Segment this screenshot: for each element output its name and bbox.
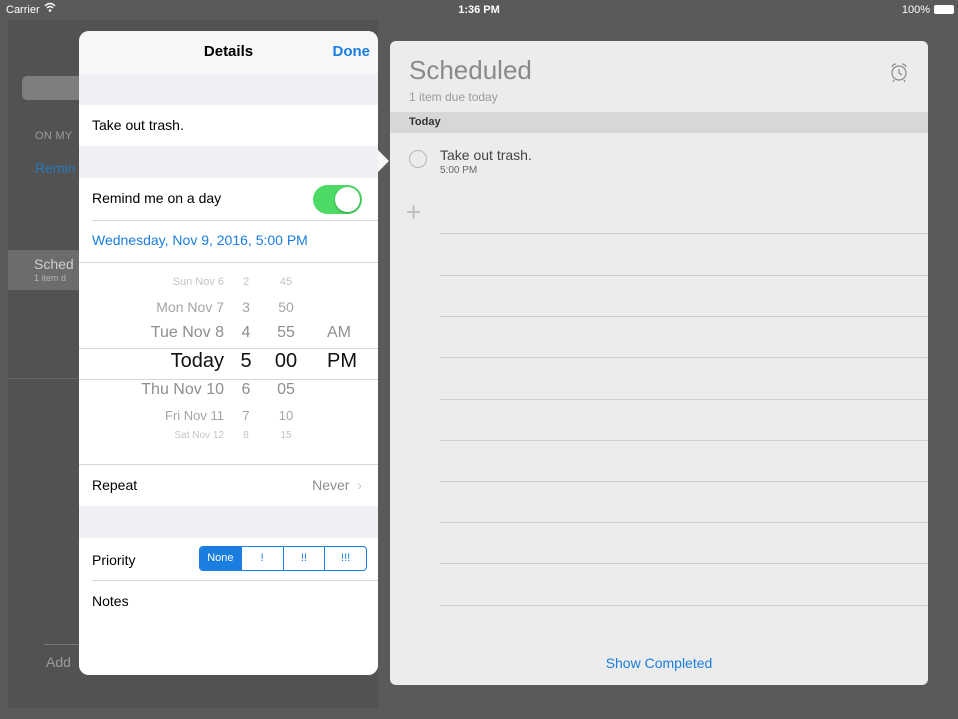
picker-hour: 4 (241, 324, 251, 341)
alarm-clock-icon[interactable] (888, 61, 910, 83)
picker-minute: 50 (278, 299, 294, 315)
ruled-line (440, 440, 928, 441)
remind-on-day-toggle[interactable] (313, 185, 362, 214)
ruled-line (440, 399, 928, 400)
ruled-line (440, 605, 928, 606)
ruled-line (440, 233, 928, 234)
clock: 1:36 PM (458, 4, 500, 16)
battery-icon (934, 5, 954, 14)
picker-top-border (79, 262, 378, 263)
picker-ampm: PM (327, 350, 357, 372)
priority-none-segment[interactable]: None (200, 547, 241, 570)
ruled-line (440, 357, 928, 358)
picker-hour: 7 (242, 408, 250, 423)
priority-label: Priority (92, 552, 136, 568)
status-bar: Carrier 1:36 PM 100% (0, 0, 958, 20)
priority-notes-group: Priority None ! !! !!! Notes (79, 538, 378, 675)
section-header-today: Today (390, 112, 928, 133)
section-header-label: Today (409, 116, 441, 128)
done-button[interactable]: Done (333, 43, 371, 60)
details-popover: Details Done Take out trash. Remind me o… (79, 31, 378, 675)
picker-minute: 55 (277, 324, 295, 341)
popover-nav-bar: Details Done (79, 31, 378, 74)
reminder-title-field[interactable]: Take out trash. (92, 117, 184, 133)
picker-day: Tue Nov 8 (150, 324, 224, 341)
picker-day: Mon Nov 7 (156, 299, 224, 315)
priority-segmented-control[interactable]: None ! !! !!! (199, 546, 367, 571)
reminder-title-cell[interactable]: Take out trash. (79, 105, 378, 146)
ruled-line (440, 522, 928, 523)
picker-hour: 8 (243, 430, 249, 441)
reminder-date-value[interactable]: Wednesday, Nov 9, 2016, 5:00 PM (92, 232, 308, 248)
notes-field[interactable]: Notes (92, 593, 129, 609)
sidebar-section-label: ON MY (35, 130, 73, 142)
repeat-label: Repeat (92, 477, 138, 493)
picker-minute: 05 (277, 381, 295, 398)
priority-medium-segment[interactable]: !! (282, 547, 325, 570)
cell-separator (92, 580, 378, 581)
picker-minute: 15 (280, 430, 292, 441)
task-checkbox-icon[interactable] (409, 150, 427, 168)
sidebar-item-scheduled-sub: 1 item d (34, 273, 67, 283)
battery-percent: 100% (901, 4, 930, 16)
picker-minute: 45 (279, 276, 293, 288)
list-subtitle: 1 item due today (409, 90, 498, 104)
picker-row[interactable]: Thu Nov 10 6 05 (79, 381, 378, 411)
sidebar-item-scheduled-label: Sched (34, 256, 74, 272)
picker-minute: 10 (278, 408, 294, 423)
picker-hour: 5 (240, 350, 252, 372)
repeat-cell[interactable]: Repeat Never › (79, 464, 378, 506)
picker-day: Fri Nov 11 (165, 408, 224, 423)
picker-day: Today (170, 350, 224, 372)
ruled-line (440, 316, 928, 317)
picker-selection-line (79, 348, 378, 349)
picker-minute: 00 (274, 350, 298, 372)
add-list-button[interactable]: Add (46, 654, 71, 670)
remind-settings-group: Remind me on a day Wednesday, Nov 9, 201… (79, 178, 378, 262)
ruled-line (440, 481, 928, 482)
chevron-right-icon: › (357, 477, 362, 493)
ruled-line (440, 275, 928, 276)
picker-selected-row[interactable]: Today 5 00 PM (79, 350, 378, 380)
scheduled-list-panel: Scheduled 1 item due today Today Take ou… (390, 41, 928, 685)
picker-hour: 6 (241, 381, 251, 398)
picker-day: Sun Nov 6 (172, 276, 224, 288)
plus-icon[interactable]: + (406, 199, 421, 225)
picker-ampm: AM (327, 324, 351, 341)
cell-separator (92, 220, 378, 221)
list-title: Scheduled (409, 55, 532, 85)
sidebar-item-reminders[interactable]: Remin (35, 160, 75, 176)
picker-day: Thu Nov 10 (141, 381, 224, 398)
picker-hour: 3 (242, 299, 250, 315)
remind-on-day-label: Remind me on a day (92, 190, 222, 206)
ruled-line (440, 563, 928, 564)
repeat-value-text: Never (312, 477, 350, 493)
picker-hour: 2 (242, 276, 250, 288)
repeat-value: Never › (312, 477, 362, 493)
date-time-picker[interactable]: Sun Nov 6 2 45 Mon Nov 7 3 50 Tue Nov 8 … (79, 262, 378, 464)
priority-high-segment[interactable]: !!! (324, 547, 366, 570)
show-completed-button[interactable]: Show Completed (390, 655, 928, 671)
picker-row[interactable]: Sat Nov 12 8 15 (79, 430, 378, 460)
toggle-knob (335, 187, 360, 212)
task-due-time: 5:00 PM (440, 165, 478, 176)
picker-day: Sat Nov 12 (174, 430, 224, 441)
picker-selection-line (79, 379, 378, 380)
sidebar-bottom-divider (44, 644, 84, 645)
priority-low-segment[interactable]: ! (240, 547, 283, 570)
task-title[interactable]: Take out trash. (440, 147, 532, 163)
